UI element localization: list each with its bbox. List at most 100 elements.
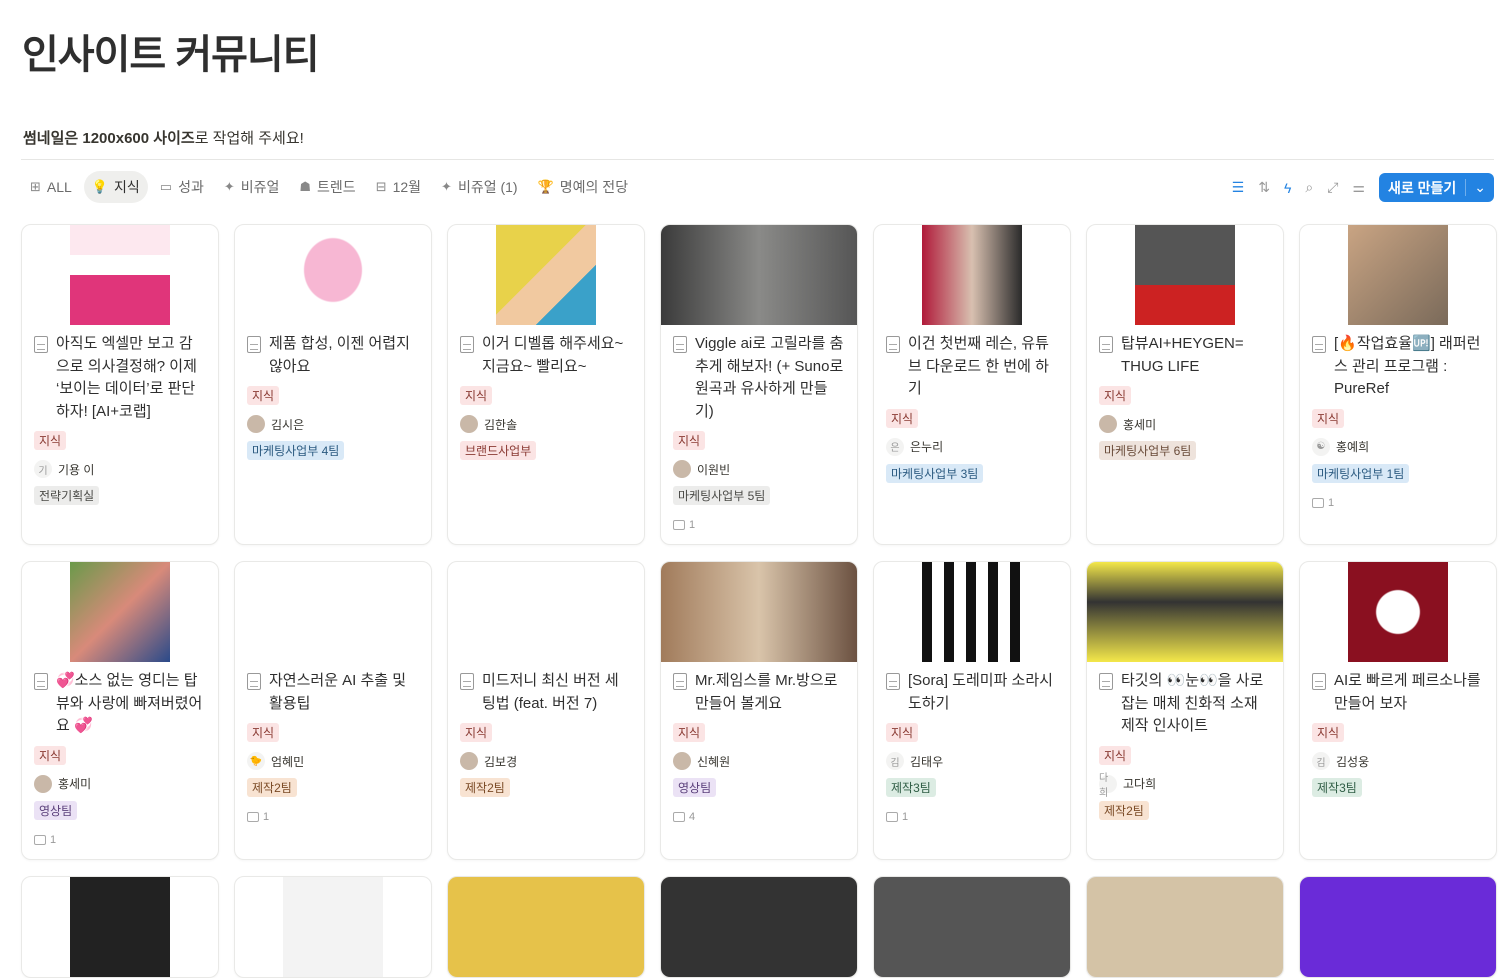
- automation-lightning-icon[interactable]: ϟ: [1284, 180, 1291, 196]
- avatar: [1099, 415, 1117, 433]
- team-tag: 마케팅사업부 3팀: [886, 463, 984, 483]
- gallery-card[interactable]: AI로 빠르게 페르소나를 만들어 보자 지식 김 김성웅 제작3팀: [1299, 561, 1497, 860]
- author-name: 김성웅: [1336, 754, 1370, 769]
- card-title[interactable]: 💞소스 없는 영디는 탑뷰와 사랑에 빠져버렸어요 💞: [34, 670, 206, 738]
- new-button[interactable]: 새로 만들기 ⌄: [1378, 173, 1494, 202]
- tab-2[interactable]: ▭ 성과: [152, 171, 212, 203]
- tab-4[interactable]: ☗ 트렌드: [291, 171, 363, 203]
- card-body: [Sora] 도레미파 소라시도하기 지식 김 김태우 제작3팀 1: [874, 662, 1070, 835]
- avatar: [460, 415, 478, 433]
- tab-label: 지식: [114, 179, 140, 195]
- cover-image: [283, 877, 383, 977]
- card-cover: [661, 877, 857, 977]
- cover-image: [1300, 877, 1496, 977]
- cover-image: [661, 877, 857, 977]
- gallery-card[interactable]: [1086, 876, 1284, 978]
- card-title[interactable]: AI로 빠르게 페르소나를 만들어 보자: [1312, 670, 1484, 715]
- settings-sliders-icon[interactable]: ⚌: [1352, 179, 1365, 196]
- card-body: 자연스러운 AI 추출 및 활용팁 지식 🐤 엄혜민 제작2팀 1: [235, 662, 431, 835]
- card-cover: [661, 562, 857, 662]
- card-title[interactable]: 타깃의 👀눈👀을 사로잡는 매체 친화적 소재 제작 인사이트: [1099, 670, 1271, 738]
- card-title-text: 미드저니 최신 버전 세팅법 (feat. 버전 7): [482, 672, 619, 712]
- tag-row: 지식: [673, 423, 845, 450]
- search-icon[interactable]: ⌕: [1305, 179, 1313, 196]
- gallery-card[interactable]: [Sora] 도레미파 소라시도하기 지식 김 김태우 제작3팀 1: [873, 561, 1071, 860]
- tab-1[interactable]: 💡 지식: [83, 171, 148, 203]
- team-row: 브랜드사업부: [460, 433, 632, 460]
- card-title[interactable]: 제품 합성, 이젠 어렵지 않아요: [247, 333, 419, 378]
- card-cover: [22, 562, 218, 662]
- gallery-card[interactable]: 이거 디벨롭 해주세요~ 지금요~ 빨리요~ 지식 김한솔 브랜드사업부: [447, 224, 645, 545]
- comment-icon: [247, 812, 259, 822]
- card-title[interactable]: 아직도 엑셀만 보고 감으로 의사결정해? 이제 ‘보이는 데이터’로 판단하자…: [34, 333, 206, 423]
- gallery-card[interactable]: 미드저니 최신 버전 세팅법 (feat. 버전 7) 지식 김보경 제작2팀: [447, 561, 645, 860]
- author: 김시은: [247, 415, 419, 433]
- gallery-card[interactable]: 탑뷰AI+HEYGEN= THUG LIFE 지식 홍세미 마케팅사업부 6팀: [1086, 224, 1284, 545]
- filter-icon[interactable]: ☰: [1232, 179, 1245, 196]
- card-title[interactable]: [🔥작업효율🆙] 래퍼런스 관리 프로그램 : PureRef: [1312, 333, 1484, 401]
- gallery-card[interactable]: [234, 876, 432, 978]
- description-bold: 썸네일은 1200x600 사이즈: [23, 130, 195, 147]
- sparkles-icon: ✦: [441, 179, 452, 194]
- avatar: [247, 415, 265, 433]
- card-title[interactable]: 이거 디벨롭 해주세요~ 지금요~ 빨리요~: [460, 333, 632, 378]
- card-cover: [1087, 562, 1283, 662]
- gallery-card[interactable]: [447, 876, 645, 978]
- card-cover: [448, 562, 644, 662]
- team-row: 전략기획실: [34, 478, 206, 505]
- card-title[interactable]: Viggle ai로 고릴라를 춤추게 해보자! (+ Suno로 원곡과 유사…: [673, 333, 845, 423]
- card-title[interactable]: [Sora] 도레미파 소라시도하기: [886, 670, 1058, 715]
- avatar: [460, 752, 478, 770]
- team-tag: 제작3팀: [1312, 778, 1362, 797]
- gallery-card[interactable]: 이건 첫번째 레슨, 유튜브 다운로드 한 번에 하기 지식 은 은누리 마케팅사업부 …: [873, 224, 1071, 545]
- gallery-card[interactable]: 타깃의 👀눈👀을 사로잡는 매체 친화적 소재 제작 인사이트 지식 다희 고다희 제작…: [1086, 561, 1284, 860]
- comment-number: 1: [902, 811, 909, 823]
- card-cover: [1087, 877, 1283, 977]
- gallery-card[interactable]: [1299, 876, 1497, 978]
- tab-7[interactable]: 🏆 명예의 전당: [530, 171, 636, 203]
- gallery-card[interactable]: [873, 876, 1071, 978]
- card-cover: [1087, 225, 1283, 325]
- tag-row: 지식: [460, 378, 632, 405]
- card-title[interactable]: 이건 첫번째 레슨, 유튜브 다운로드 한 번에 하기: [886, 333, 1058, 401]
- gallery-card[interactable]: [🔥작업효율🆙] 래퍼런스 관리 프로그램 : PureRef 지식 ☯ 홍예희 마케팅…: [1299, 224, 1497, 545]
- card-title-text: Viggle ai로 고릴라를 춤추게 해보자! (+ Suno로 원곡과 유사…: [695, 335, 844, 420]
- tag-row: 지식: [886, 715, 1058, 742]
- tab-label: 성과: [178, 179, 204, 195]
- gallery-card[interactable]: Mr.제임스를 Mr.방으로 만들어 볼게요 지식 신혜원 영상팀 4: [660, 561, 858, 860]
- card-cover: [1300, 877, 1496, 977]
- gallery-card[interactable]: [660, 876, 858, 978]
- card-title[interactable]: 자연스러운 AI 추출 및 활용팁: [247, 670, 419, 715]
- gallery-card[interactable]: 💞소스 없는 영디는 탑뷰와 사랑에 빠져버렸어요 💞 지식 홍세미 영상팀 1: [21, 561, 219, 860]
- category-tag: 지식: [460, 386, 493, 405]
- page-icon: [673, 336, 687, 353]
- team-tag: 영상팀: [34, 800, 78, 820]
- tag-row: 지식: [34, 423, 206, 450]
- sort-icon[interactable]: ⇅: [1258, 179, 1270, 196]
- card-title[interactable]: 미드저니 최신 버전 세팅법 (feat. 버전 7): [460, 670, 632, 715]
- gallery-card[interactable]: 아직도 엑셀만 보고 감으로 의사결정해? 이제 ‘보이는 데이터’로 판단하자…: [21, 224, 219, 545]
- card-cover: [1300, 562, 1496, 662]
- category-tag: 지식: [34, 431, 67, 450]
- card-body: [🔥작업효율🆙] 래퍼런스 관리 프로그램 : PureRef 지식 ☯ 홍예희 마케팅…: [1300, 325, 1496, 521]
- author: 🐤 엄혜민: [247, 752, 419, 770]
- comment-count: 1: [247, 811, 419, 823]
- author: 홍세미: [1099, 415, 1271, 433]
- card-title[interactable]: 탑뷰AI+HEYGEN= THUG LIFE: [1099, 333, 1271, 378]
- cover-image: [1087, 877, 1283, 977]
- comment-icon: [1312, 497, 1324, 508]
- chevron-down-icon[interactable]: ⌄: [1465, 179, 1494, 196]
- tab-6[interactable]: ✦ 비쥬얼 (1): [433, 171, 526, 203]
- tab-3[interactable]: ✦ 비쥬얼: [216, 171, 288, 203]
- card-title[interactable]: Mr.제임스를 Mr.방으로 만들어 볼게요: [673, 670, 845, 715]
- author: 김 김태우: [886, 752, 1058, 770]
- new-button-label[interactable]: 새로 만들기: [1379, 178, 1465, 198]
- gallery-card[interactable]: Viggle ai로 고릴라를 춤추게 해보자! (+ Suno로 원곡과 유사…: [660, 224, 858, 545]
- expand-icon[interactable]: ⤢: [1327, 179, 1338, 196]
- tag-row: 지식: [247, 715, 419, 742]
- gallery-card[interactable]: [21, 876, 219, 978]
- gallery-card[interactable]: 자연스러운 AI 추출 및 활용팁 지식 🐤 엄혜민 제작2팀 1: [234, 561, 432, 860]
- gallery-card[interactable]: 제품 합성, 이젠 어렵지 않아요 지식 김시은 마케팅사업부 4팀: [234, 224, 432, 545]
- tab-5[interactable]: ⊟ 12월: [368, 171, 429, 203]
- tab-0[interactable]: ⊞ ALL: [22, 171, 80, 203]
